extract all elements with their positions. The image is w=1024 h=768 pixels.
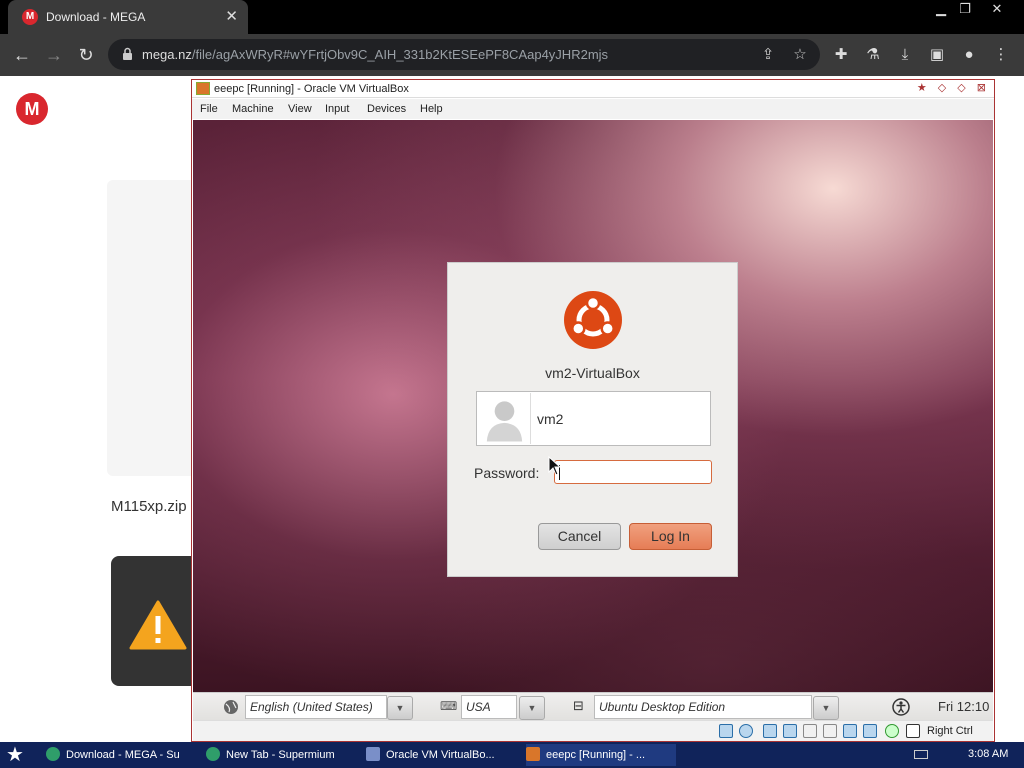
url-text: mega.nz/file/agAxWRyR#wYFrtjObv9C_AIH_33… — [142, 47, 609, 62]
menu-help[interactable]: Help — [420, 103, 443, 115]
login-button[interactable]: Log In — [629, 523, 712, 550]
menu-view[interactable]: View — [288, 103, 312, 115]
host-key-label: Right Ctrl — [927, 725, 973, 737]
session-dropdown-button[interactable]: ▼ — [813, 696, 839, 720]
keyboard-icon: ⌨ — [440, 699, 458, 713]
mouse-pointer-icon — [548, 456, 562, 476]
user-tile[interactable]: vm2 — [476, 391, 711, 446]
supermium-icon — [206, 747, 220, 761]
taskbar: ★ Download - MEGA - Su New Tab - Supermi… — [0, 742, 1024, 768]
vbox-menubar: File Machine View Input Devices Help — [192, 99, 994, 119]
password-label: Password: — [474, 465, 540, 481]
login-options-bar: English (United States) ▼ ⌨ USA ▼ ⊟ Ubun… — [193, 692, 993, 720]
menu-kebab-icon[interactable]: ⋮ — [990, 44, 1012, 66]
labs-flask-icon[interactable]: ⚗ — [862, 44, 884, 66]
cancel-button[interactable]: Cancel — [538, 523, 621, 550]
keyboard-tray-icon[interactable] — [914, 750, 928, 759]
language-value: English (United States) — [250, 700, 373, 714]
session-select[interactable]: Ubuntu Desktop Edition — [594, 695, 812, 719]
taskbar-clock[interactable]: 3:08 AM — [968, 748, 1008, 760]
vbox-statusbar: Right Ctrl — [193, 720, 993, 741]
browser-tab[interactable]: M Download - MEGA ✕ — [8, 0, 248, 34]
task-label: Download - MEGA - Su — [66, 749, 180, 761]
tab-close-icon[interactable]: ✕ — [225, 7, 238, 25]
menu-devices[interactable]: Devices — [367, 103, 406, 115]
keyboard-dropdown-button[interactable]: ▼ — [519, 696, 545, 720]
vm-icon — [526, 747, 540, 761]
forward-icon[interactable]: → — [42, 43, 66, 67]
task-mega[interactable]: Download - MEGA - Su — [46, 744, 192, 766]
vbox-app-icon — [196, 82, 210, 95]
hdd-status-icon[interactable] — [719, 724, 733, 738]
username: vm2 — [537, 411, 564, 427]
mega-logo[interactable]: M — [16, 93, 48, 125]
restore-icon[interactable]: ❐ — [950, 0, 980, 18]
language-globe-icon — [224, 700, 238, 714]
file-name: M115xp.zip — [111, 498, 187, 515]
task-eeepc-vm[interactable]: eeepc [Running] - ... — [526, 744, 676, 766]
start-star-icon[interactable]: ★ — [6, 744, 24, 766]
optical-status-icon[interactable] — [739, 724, 753, 738]
language-select[interactable]: English (United States) — [245, 695, 387, 719]
lock-icon — [123, 47, 132, 60]
supermium-icon — [46, 747, 60, 761]
tab-title: Download - MEGA — [46, 10, 146, 24]
pen-status-icon[interactable] — [783, 724, 797, 738]
mouse-integration-icon[interactable] — [906, 724, 920, 738]
accessibility-icon[interactable] — [892, 698, 910, 716]
keyboard-value: USA — [466, 700, 491, 714]
vbox-title: eeepc [Running] - Oracle VM VirtualBox — [214, 83, 409, 95]
login-dialog: vm2-VirtualBox vm2 Password: Cancel Log … — [447, 262, 738, 577]
reload-icon[interactable]: ↻ — [74, 43, 98, 67]
close-window-icon[interactable]: ✕ — [982, 0, 1012, 18]
screen: M Download - MEGA ✕ ▁ ❐ ✕ ← → ↻ mega.nz/… — [0, 0, 1024, 768]
task-label: eeepc [Running] - ... — [546, 749, 646, 761]
recording-status-icon[interactable] — [863, 724, 877, 738]
vbox-titlebar[interactable]: eeepc [Running] - Oracle VM VirtualBox ★… — [192, 80, 994, 98]
password-input[interactable] — [554, 460, 712, 484]
browser-toolbar: ← → ↻ mega.nz/file/agAxWRyR#wYFrtjObv9C_… — [0, 34, 1024, 76]
virtualbox-icon — [366, 747, 380, 761]
task-label: Oracle VM VirtualBo... — [386, 749, 495, 761]
shared-folder-icon[interactable] — [803, 724, 817, 738]
bookmark-star-icon[interactable]: ☆ — [790, 45, 810, 65]
cpu-status-icon[interactable] — [885, 724, 899, 738]
task-virtualbox-manager[interactable]: Oracle VM VirtualBo... — [366, 744, 516, 766]
virtualbox-window: eeepc [Running] - Oracle VM VirtualBox ★… — [191, 79, 995, 742]
menu-file[interactable]: File — [200, 103, 218, 115]
ubuntu-logo-icon — [564, 291, 622, 349]
hostname-label: vm2-VirtualBox — [545, 365, 640, 381]
warning-icon — [129, 600, 187, 650]
folder-status-icon[interactable] — [823, 724, 837, 738]
share-icon[interactable]: ⇪ — [758, 45, 778, 65]
language-dropdown-button[interactable]: ▼ — [387, 696, 413, 720]
browser-tabstrip: M Download - MEGA ✕ ▁ ❐ ✕ — [0, 0, 1024, 34]
vm-display[interactable]: vm2-VirtualBox vm2 Password: Cancel Log … — [193, 120, 993, 692]
vbox-window-buttons[interactable]: ★ ◇ ◇ ⊠ — [917, 81, 990, 94]
session-value: Ubuntu Desktop Edition — [599, 700, 726, 714]
profile-avatar-icon[interactable]: ● — [958, 44, 980, 66]
session-icon: ⊟ — [573, 698, 584, 713]
back-icon[interactable]: ← — [10, 43, 34, 67]
download-icon[interactable]: ⤓ — [894, 44, 916, 66]
user-avatar-icon — [478, 393, 531, 444]
mega-favicon-icon: M — [22, 9, 38, 25]
network-status-icon[interactable] — [763, 724, 777, 738]
extensions-icon[interactable]: ✚ — [830, 44, 852, 66]
display-status-icon[interactable] — [843, 724, 857, 738]
task-new-tab[interactable]: New Tab - Supermium — [206, 744, 356, 766]
vm-clock: Fri 12:10 — [938, 699, 990, 714]
menu-input[interactable]: Input — [325, 103, 349, 115]
side-panel-icon[interactable]: ▣ — [926, 44, 948, 66]
task-label: New Tab - Supermium — [226, 749, 335, 761]
address-bar[interactable]: mega.nz/file/agAxWRyR#wYFrtjObv9C_AIH_33… — [108, 39, 820, 70]
keyboard-select[interactable]: USA — [461, 695, 517, 719]
menu-machine[interactable]: Machine — [232, 103, 274, 115]
